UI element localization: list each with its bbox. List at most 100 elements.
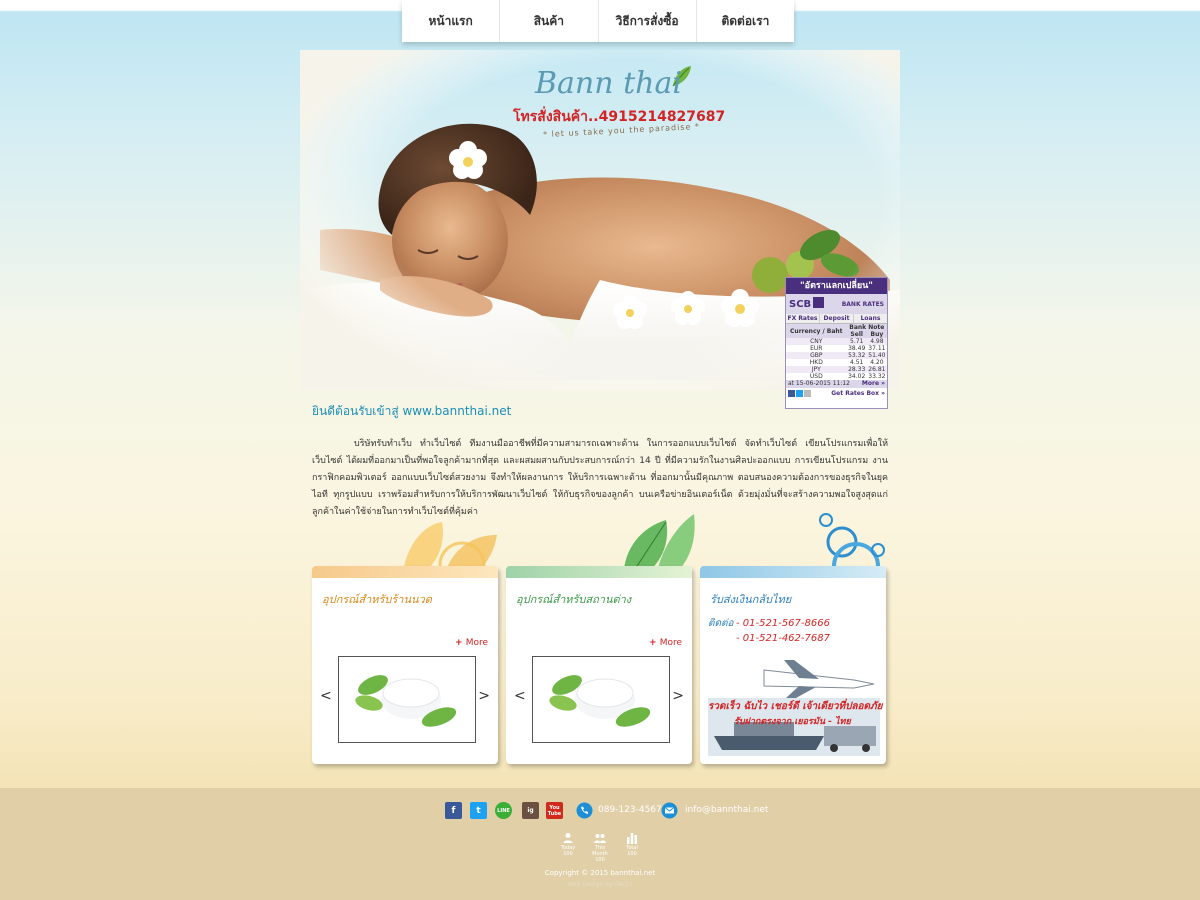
bar-chart-icon xyxy=(627,833,637,844)
cream-jar-image xyxy=(549,675,651,727)
fx-currency: USD xyxy=(809,373,823,380)
fx-buy: 37.11 xyxy=(868,345,886,352)
nav-how-to-order[interactable]: วิธีการสั่งซื้อ xyxy=(599,0,697,42)
line-icon[interactable]: LINE xyxy=(495,802,512,819)
table-row: GBP 53.32 51.40 xyxy=(786,352,887,359)
get-rates-box-link[interactable]: Get Rates Box » xyxy=(831,390,885,397)
fx-footer: at 15-06-2015 11:12 More » xyxy=(786,380,887,388)
fx-sell: 28.33 xyxy=(846,366,867,373)
fx-sell: 38.49 xyxy=(848,345,866,352)
fx-buy: 4.98 xyxy=(866,338,887,345)
nav-home[interactable]: หน้าแรก xyxy=(402,0,501,42)
card-top-band xyxy=(506,566,692,578)
table-row: JPY 28.33 26.81 xyxy=(786,366,887,373)
fx-currency: HKD xyxy=(809,359,823,366)
contact-phone-2: - 01-521-462-7687 xyxy=(736,633,830,644)
footer-phone: 089-123-4567 xyxy=(598,805,662,815)
stat-value: 100 xyxy=(627,851,637,857)
fx-social-icons xyxy=(788,389,812,397)
nav-contact[interactable]: ติดต่อเรา xyxy=(697,0,794,42)
twitter-icon[interactable]: t xyxy=(470,802,487,819)
fx-currency: GBP xyxy=(786,352,847,359)
fx-col-sell: Sell xyxy=(846,331,867,338)
card-title: รับส่งเงินกลับไทย xyxy=(710,593,792,606)
table-row: CNY 5.71 4.98 xyxy=(786,338,887,345)
scb-logo: SCB xyxy=(789,297,825,310)
fx-buy: 33.32 xyxy=(868,373,886,380)
fx-buy: 4.20 xyxy=(870,359,884,366)
fx-timestamp: at 15-06-2015 11:12 xyxy=(788,380,851,387)
email-icon xyxy=(661,802,678,819)
card-title: อุปกรณ์สำหรับสถานต่าง xyxy=(516,593,632,606)
fx-more-link[interactable]: More » xyxy=(862,380,885,388)
fx-bank-bar: SCB BANK RATES xyxy=(786,294,887,314)
fx-sell: 53.32 xyxy=(846,352,867,359)
fx-col-buy: Buy xyxy=(866,331,887,338)
card-title: อุปกรณ์สำหรับร้านนวด xyxy=(322,593,432,606)
web-design-credit[interactable]: Web Design by iTechz xyxy=(0,881,1200,888)
stat-value: 100 xyxy=(595,857,605,863)
intro-paragraph: บริษัทรับทำเว็บ ทำเว็บไซต์ ทีมงานมืออาชี… xyxy=(312,439,888,517)
more-link[interactable]: More xyxy=(649,638,682,648)
fx-social-bar: Get Rates Box » xyxy=(786,388,887,398)
fx-tabs: FX Rates Deposit Loans xyxy=(786,314,887,324)
nav-products[interactable]: สินค้า xyxy=(500,0,599,42)
email-icon[interactable] xyxy=(804,389,811,397)
card-top-band xyxy=(312,566,498,578)
fx-tab-fx-rates[interactable]: FX Rates xyxy=(786,314,820,323)
footer: f t LINE ig You Tube 089-123-4567 info@b… xyxy=(0,788,1200,900)
fx-tab-deposit[interactable]: Deposit xyxy=(820,314,854,323)
exchange-rate-widget: "อัตราแลกเปลี่ยน" SCB BANK RATES FX Rate… xyxy=(785,277,888,409)
fx-currency: JPY xyxy=(786,366,847,373)
fx-buy: 51.40 xyxy=(866,352,887,359)
product-image xyxy=(532,656,670,743)
table-row: USD 34.02 33.32 xyxy=(786,373,887,380)
visitor-stat-total: Total 100 xyxy=(620,832,644,857)
fx-col-banknote: Bank Note xyxy=(846,324,887,331)
fx-sell: 4.51 xyxy=(850,359,864,366)
footer-email[interactable]: info@bannthai.net xyxy=(685,805,768,815)
product-card-spa: อุปกรณ์สำหรับสถานต่าง More < > xyxy=(506,566,692,764)
fx-currency: EUR xyxy=(810,345,823,352)
next-arrow[interactable]: > xyxy=(672,688,684,704)
logo[interactable]: Bann thai โทรสั่งสินค้า..4915214827687 *… xyxy=(513,62,725,142)
product-image xyxy=(338,656,476,743)
users-icon xyxy=(594,834,606,843)
fx-buy: 26.81 xyxy=(866,366,887,373)
fx-sell: 5.71 xyxy=(846,338,867,345)
cream-jar-image xyxy=(355,675,457,727)
prev-arrow[interactable]: < xyxy=(320,688,332,704)
scb-logo-icon xyxy=(813,297,825,308)
next-arrow[interactable]: > xyxy=(478,688,490,704)
fx-heading: "อัตราแลกเปลี่ยน" xyxy=(786,278,887,294)
fx-sell: 34.02 xyxy=(848,373,866,380)
youtube-icon[interactable]: You Tube xyxy=(546,802,563,819)
stat-label: This Month xyxy=(592,845,608,857)
copyright: Copyright © 2015 bannthai.net xyxy=(544,869,656,877)
stat-value: 100 xyxy=(563,851,573,857)
fx-col-currency: Currency / Baht xyxy=(786,324,847,338)
table-row: HKD 4.51 4.20 xyxy=(786,359,887,366)
user-icon xyxy=(563,833,573,843)
prev-arrow[interactable]: < xyxy=(514,688,526,704)
visitor-stat-today: Today 100 xyxy=(556,832,580,857)
welcome-heading: ยินดีต้อนรับเข้าสู่ www.bannthai.net xyxy=(312,404,512,418)
product-card-massage: อุปกรณ์สำหรับร้านนวด More < > xyxy=(312,566,498,764)
promo-line-2: รับฝากตรงจาก เยอรมัน - ไทย xyxy=(734,717,851,727)
fx-tab-loans[interactable]: Loans xyxy=(854,314,887,323)
fx-table: Currency / Baht Bank Note Sell Buy CNY 5.… xyxy=(786,324,887,380)
contact-phone-1: - 01-521-567-8666 xyxy=(736,618,830,629)
more-link[interactable]: More xyxy=(455,638,488,648)
money-transfer-card: รับส่งเงินกลับไทย ติดต่อ - 01-521-567-86… xyxy=(700,566,886,764)
fx-bank-rates-label: BANK RATES xyxy=(841,301,884,308)
instagram-icon[interactable]: ig xyxy=(522,802,539,819)
promo-line-1: รวดเร็ว ฉับไว เชอร์ดี เจ้าเดียวที่ปลอดภั… xyxy=(708,701,883,712)
card-top-band xyxy=(700,566,886,578)
facebook-icon[interactable] xyxy=(788,389,795,397)
top-nav: หน้าแรก สินค้า วิธีการสั่งซื้อ ติดต่อเรา xyxy=(402,0,794,42)
facebook-icon[interactable]: f xyxy=(445,802,462,819)
fx-currency: CNY xyxy=(786,338,847,345)
phone-icon xyxy=(576,802,593,819)
twitter-icon[interactable] xyxy=(796,389,803,397)
logo-name: Bann thai xyxy=(535,66,682,101)
